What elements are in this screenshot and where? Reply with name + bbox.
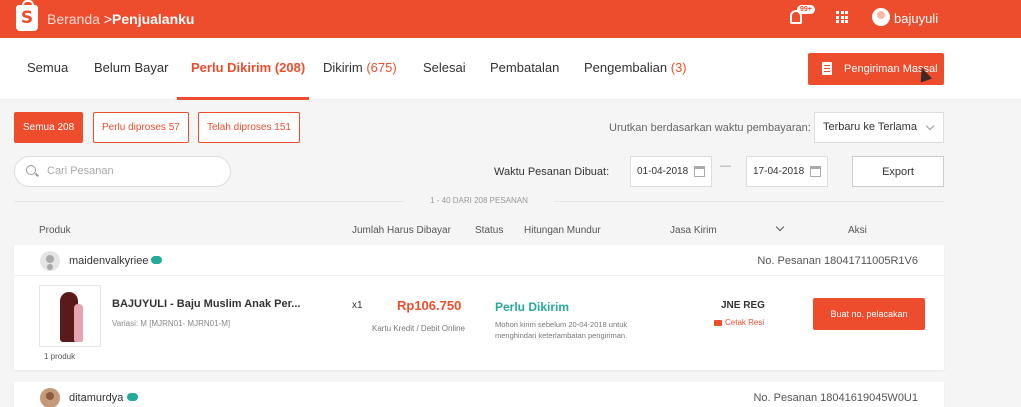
tab-pembatalan[interactable]: Pembatalan bbox=[490, 60, 559, 75]
breadcrumb-separator: > bbox=[99, 11, 113, 27]
user-avatar-icon[interactable] bbox=[872, 8, 890, 26]
breadcrumb-home[interactable]: Beranda bbox=[47, 11, 100, 27]
filter-telah-diproses[interactable]: Telah diproses 151 bbox=[198, 112, 300, 143]
quantity: x1 bbox=[352, 300, 363, 311]
tab-pengembalian[interactable]: Pengembalian (3) bbox=[584, 60, 687, 75]
shopee-logo-icon[interactable]: S bbox=[16, 0, 38, 31]
order-number: No. Pesanan 18041711005R1V6 bbox=[757, 255, 918, 267]
item-count: 1 produk bbox=[44, 352, 76, 361]
apps-grid-icon[interactable] bbox=[836, 11, 848, 23]
username[interactable]: bajuyuli bbox=[894, 11, 938, 26]
search-input[interactable]: Cari Pesanan bbox=[14, 156, 231, 187]
sort-label: Urutkan berdasarkan waktu pembayaran: bbox=[609, 122, 811, 134]
tab-belum-bayar[interactable]: Belum Bayar bbox=[94, 60, 168, 75]
chat-icon[interactable] bbox=[151, 256, 162, 264]
order-header: maidenvalkyriee No. Pesanan 18041711005R… bbox=[14, 245, 944, 276]
order-tabs: Semua Belum Bayar Perlu Dikirim (208) Di… bbox=[0, 38, 1021, 100]
chevron-down-icon[interactable] bbox=[775, 222, 785, 232]
buyer-name[interactable]: ditamurdya bbox=[69, 392, 123, 404]
breadcrumb-current: Penjualanku bbox=[112, 11, 195, 27]
tab-perlu-dikirim[interactable]: Perlu Dikirim (208) bbox=[191, 60, 305, 75]
order-card: maidenvalkyriee No. Pesanan 18041711005R… bbox=[14, 245, 944, 370]
date-to-input[interactable]: 17-04-2018 bbox=[746, 156, 828, 187]
printer-icon bbox=[714, 320, 722, 326]
order-card: ditamurdya No. Pesanan 18041619045W0U1 bbox=[14, 382, 944, 407]
calendar-icon bbox=[694, 166, 705, 177]
date-from-input[interactable]: 01-04-2018 bbox=[630, 156, 712, 187]
product-variant: Variasi: M [MJRN01- MJRN01-M] bbox=[112, 319, 231, 328]
column-countdown: Hitungan Mundur bbox=[524, 225, 601, 236]
shipping-deadline-note: Mohon kirim sebelum 20-04-2018 untuk men… bbox=[495, 320, 628, 340]
filter-semua[interactable]: Semua 208 bbox=[14, 112, 84, 143]
order-price: Rp106.750 bbox=[397, 298, 462, 313]
order-number: No. Pesanan 18041619045W0U1 bbox=[753, 392, 918, 404]
column-status: Status bbox=[475, 225, 504, 236]
calendar-icon bbox=[810, 166, 821, 177]
sort-select[interactable]: Terbaru ke Terlama bbox=[814, 112, 944, 143]
result-range: 1 - 40 DARI 208 PESANAN bbox=[14, 196, 944, 205]
document-icon bbox=[822, 62, 832, 75]
column-courier[interactable]: Jasa Kirim bbox=[670, 225, 717, 236]
tab-dikirim[interactable]: Dikirim (675) bbox=[323, 60, 397, 75]
breadcrumb: Beranda >Penjualanku bbox=[47, 11, 194, 27]
courier-name: JNE REG bbox=[721, 300, 765, 311]
notification-badge: 99+ bbox=[797, 5, 815, 14]
column-amount: Jumlah Harus Dibayar bbox=[352, 225, 451, 236]
create-tracking-button[interactable]: Buat no. pelacakan bbox=[813, 298, 925, 330]
tab-selesai[interactable]: Selesai bbox=[423, 60, 466, 75]
product-thumbnail[interactable] bbox=[39, 285, 101, 347]
column-product: Produk bbox=[39, 225, 71, 236]
payment-method: Kartu Kredit / Debit Online bbox=[372, 324, 465, 333]
print-receipt-link[interactable]: Cetak Resi bbox=[714, 318, 764, 327]
buyer-avatar-icon bbox=[40, 388, 60, 407]
chat-icon[interactable] bbox=[127, 393, 138, 401]
order-header: ditamurdya No. Pesanan 18041619045W0U1 bbox=[14, 382, 944, 407]
product-name[interactable]: BAJUYULI - Baju Muslim Anak Per... bbox=[112, 298, 300, 310]
date-filter-label: Waktu Pesanan Dibuat: bbox=[494, 166, 610, 178]
filter-perlu-diproses[interactable]: Perlu diproses 57 bbox=[93, 112, 189, 143]
mass-shipping-button[interactable]: Pengiriman Massal bbox=[808, 53, 944, 85]
tab-semua[interactable]: Semua bbox=[27, 60, 68, 75]
status-badge: Perlu Dikirim bbox=[495, 300, 570, 314]
orders-panel: Semua 208 Perlu diproses 57 Telah dipros… bbox=[14, 100, 944, 407]
export-button[interactable]: Export bbox=[852, 156, 944, 187]
column-action: Aksi bbox=[848, 225, 867, 236]
date-separator: — bbox=[720, 160, 731, 172]
top-bar: S Beranda >Penjualanku 99+ bajuyuli bbox=[0, 0, 1021, 38]
buyer-name[interactable]: maidenvalkyriee bbox=[69, 255, 148, 267]
search-icon bbox=[26, 165, 36, 175]
buyer-avatar-icon bbox=[40, 251, 60, 271]
